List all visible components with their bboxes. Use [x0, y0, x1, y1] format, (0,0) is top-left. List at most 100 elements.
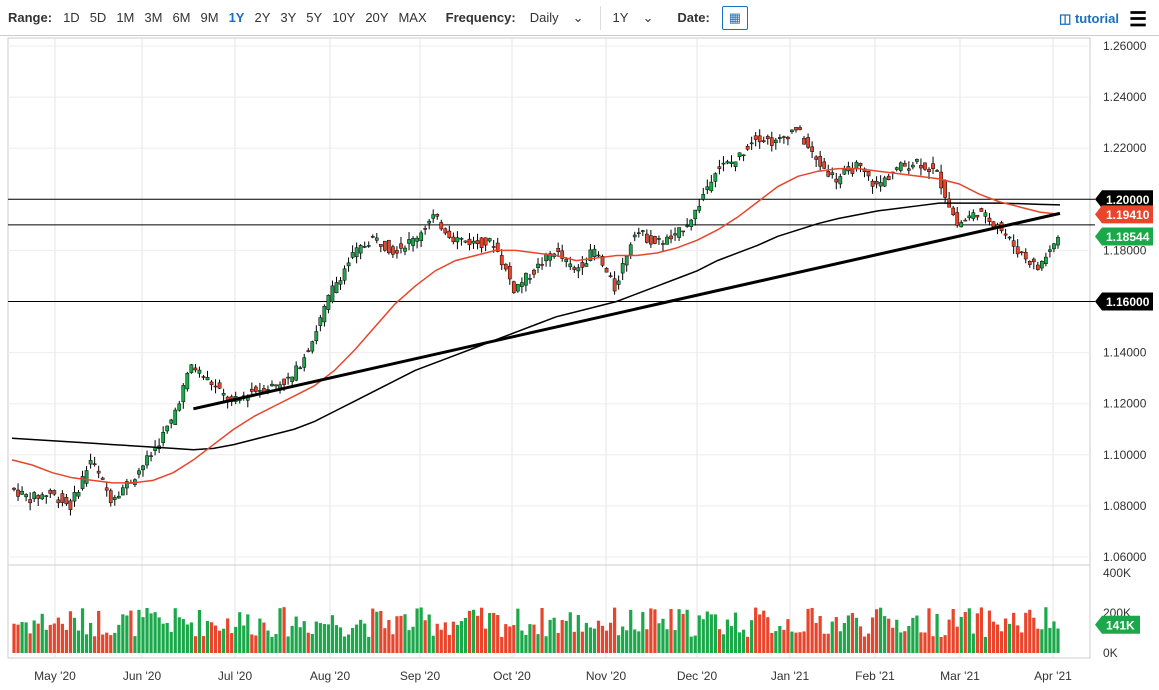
volume-bar [226, 618, 230, 653]
candle-up [576, 267, 581, 272]
volume-bar [455, 624, 459, 653]
volume-bar [274, 634, 278, 653]
candle-up [665, 236, 669, 245]
candle-up [725, 161, 730, 164]
volume-bar [850, 613, 855, 653]
volume-bar [649, 608, 653, 653]
candle-up [24, 494, 28, 498]
volume-bar [290, 625, 294, 653]
candle-up [338, 280, 343, 285]
volume-bar [677, 609, 681, 653]
candle-up [915, 159, 919, 162]
volume-bar [987, 610, 992, 653]
candle-down [249, 388, 254, 392]
volume-bar [754, 607, 758, 653]
candle-up [624, 256, 629, 266]
volume-bar [185, 624, 189, 653]
candle-down [802, 138, 806, 145]
volume-bar [1052, 621, 1056, 653]
candle-down [927, 169, 931, 173]
candle-down [653, 236, 657, 244]
volume-bar [56, 617, 60, 653]
candle-down [1015, 246, 1020, 255]
candle-up [842, 169, 847, 175]
candle-up [701, 194, 706, 200]
volume-bar [669, 608, 673, 653]
volume-bar [197, 609, 202, 653]
candle-up [427, 220, 432, 224]
volume-bar [826, 633, 830, 653]
volume-bar [270, 636, 274, 653]
candle-up [84, 470, 89, 484]
volume-bar [443, 622, 447, 653]
volume-bar [161, 623, 165, 653]
volume-bar [496, 615, 500, 653]
volume-bar [814, 622, 818, 653]
volume-bar [97, 610, 101, 653]
candle-up [568, 263, 573, 268]
candle-down [761, 140, 766, 142]
volume-bar [383, 628, 387, 653]
candle-up [366, 245, 371, 247]
volume-bar [246, 614, 250, 653]
candle-down [382, 240, 387, 251]
volume-bar [762, 610, 766, 653]
volume-bar [895, 619, 899, 653]
candle-up [628, 244, 633, 256]
volume-bar [883, 616, 887, 653]
volume-bar [423, 620, 427, 653]
candle-up [898, 162, 903, 171]
volume-bar [363, 623, 367, 653]
price-label: 1.20000 [1106, 193, 1150, 207]
volume-bar [278, 608, 282, 653]
candle-up [455, 237, 460, 243]
volume-bar [395, 616, 399, 653]
volume-bar [113, 632, 117, 653]
candle-down [1019, 251, 1024, 254]
candle-down [931, 163, 935, 169]
candle-up [112, 497, 117, 500]
candle-up [709, 181, 714, 192]
candle-down [499, 255, 504, 266]
volume-bar [971, 633, 975, 653]
candle-up [1040, 261, 1044, 269]
volume-bar [721, 634, 726, 653]
candle-down [874, 180, 879, 185]
volume-bar [975, 613, 979, 653]
volume-bar [685, 609, 689, 653]
x-tick-label: Aug '20 [310, 669, 351, 683]
volume-bar [979, 607, 983, 653]
volume-bar [846, 615, 850, 653]
candle-down [745, 145, 750, 150]
candle-up [894, 167, 899, 170]
candle-down [644, 233, 649, 243]
volume-bar [600, 625, 605, 653]
candle-down [540, 264, 544, 266]
volume-bar [234, 626, 238, 653]
candle-up [286, 376, 290, 379]
candle-up [290, 376, 294, 382]
candle-up [161, 432, 166, 443]
volume-bar [802, 631, 806, 653]
volume-bar [596, 620, 601, 653]
candle-down [96, 470, 101, 474]
x-tick-label: Apr '21 [1034, 669, 1072, 683]
candle-down [943, 180, 947, 198]
candle-down [306, 350, 311, 352]
volume-bar [133, 636, 137, 653]
candle-down [649, 235, 653, 245]
candle-up [620, 263, 625, 274]
volume-bar [141, 617, 145, 653]
candle-down [395, 250, 399, 254]
candle-up [536, 263, 540, 269]
volume-bar [766, 617, 770, 653]
candle-up [911, 164, 915, 168]
volume-bar [709, 614, 713, 653]
price-chart[interactable]: May '20 Jun '20 Jul '20 Aug '20 Sep '20 Oct '… [0, 0, 1159, 690]
candle-up [350, 252, 355, 258]
candle-down [92, 463, 97, 465]
volume-bar [177, 617, 181, 653]
x-tick-label: Mar '21 [940, 669, 980, 683]
candle-up [1048, 249, 1052, 252]
volume-bar [508, 626, 512, 653]
